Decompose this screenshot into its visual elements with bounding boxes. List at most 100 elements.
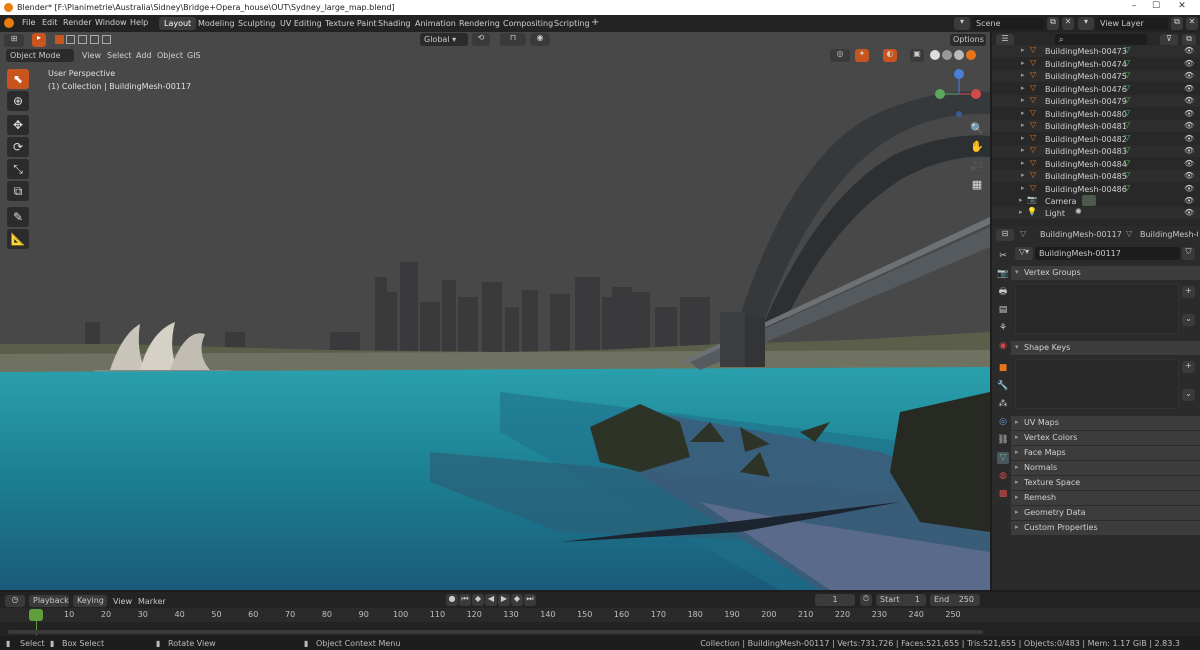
tab-layout[interactable]: Layout bbox=[159, 17, 197, 30]
add-vertex-group-icon[interactable]: + bbox=[1182, 286, 1195, 298]
jump-start-icon[interactable]: ⏮ bbox=[459, 594, 471, 606]
expand-icon[interactable]: ▸ bbox=[1021, 121, 1025, 129]
rendered-shading-icon[interactable] bbox=[966, 50, 976, 60]
maximize-icon[interactable]: ☐ bbox=[1146, 1, 1166, 14]
annotate-tool-icon[interactable]: ✎ bbox=[7, 207, 29, 227]
section-remesh[interactable]: ▸ Remesh bbox=[1011, 491, 1200, 505]
outliner-row[interactable]: ▸ ▽ BuildingMesh-00474 ▽ 👁 bbox=[992, 58, 1200, 70]
editor-type-icon[interactable]: ⊞ bbox=[4, 34, 24, 47]
tab-scripting[interactable]: Scripting bbox=[549, 17, 595, 30]
viewport-menu-view[interactable]: View bbox=[82, 51, 101, 60]
tab-uv-editing[interactable]: UV Editing bbox=[275, 17, 327, 30]
select-tool-icon[interactable]: ⬉ bbox=[7, 69, 29, 89]
tool-tab-icon[interactable]: ✂ bbox=[997, 250, 1009, 262]
eye-icon[interactable]: 👁 bbox=[1184, 59, 1194, 68]
timeline-menu-view[interactable]: View bbox=[113, 597, 132, 606]
eye-icon[interactable]: 👁 bbox=[1184, 171, 1194, 180]
eye-icon[interactable]: 👁 bbox=[1184, 159, 1194, 168]
section-normals[interactable]: ▸ Normals bbox=[1011, 461, 1200, 475]
select-new-icon[interactable] bbox=[55, 35, 64, 44]
3d-viewport[interactable]: ⊞ ▸ Global ▾ ⟲ ⊓ ◉ Options Object Mode V… bbox=[0, 32, 990, 590]
section-vertex-groups[interactable]: ▾ Vertex Groups bbox=[1011, 266, 1200, 280]
eye-icon[interactable]: 👁 bbox=[1184, 134, 1194, 143]
solid-shading-icon[interactable] bbox=[942, 50, 952, 60]
physics-tab-icon[interactable]: ◎ bbox=[997, 416, 1009, 428]
gizmo-toggle-icon[interactable]: ✦ bbox=[855, 49, 869, 62]
menu-file[interactable]: File bbox=[22, 18, 35, 27]
particles-tab-icon[interactable]: ⁂ bbox=[997, 398, 1009, 410]
snap-icon[interactable]: ⊓ bbox=[500, 33, 526, 46]
play-reverse-icon[interactable]: ◀ bbox=[485, 594, 497, 606]
new-scene-icon[interactable]: ⧉ bbox=[1047, 17, 1059, 30]
delete-scene-icon[interactable]: ✕ bbox=[1062, 17, 1074, 30]
outliner-row[interactable]: ▸ ▽ BuildingMesh-00484 ▽ 👁 bbox=[992, 158, 1200, 170]
data-tab-icon[interactable]: ▽ bbox=[997, 452, 1009, 464]
next-keyframe-icon[interactable]: ◆ bbox=[511, 594, 523, 606]
viewport-menu-add[interactable]: Add bbox=[136, 51, 152, 60]
material-tab-icon[interactable]: ◍ bbox=[997, 470, 1009, 482]
section-vertex-colors[interactable]: ▸ Vertex Colors bbox=[1011, 431, 1200, 445]
view-layer-icon[interactable]: ▾ bbox=[1078, 17, 1094, 30]
material-preview-icon[interactable] bbox=[954, 50, 964, 60]
expand-icon[interactable]: ▸ bbox=[1021, 184, 1025, 192]
section-uv-maps[interactable]: ▸ UV Maps bbox=[1011, 416, 1200, 430]
expand-icon[interactable]: ▸ bbox=[1021, 46, 1025, 54]
pivot-icon[interactable]: ⟲ bbox=[472, 33, 490, 46]
pan-view-icon[interactable]: ✋ bbox=[970, 140, 984, 154]
scene-icon[interactable]: ▾ bbox=[954, 17, 970, 30]
eye-icon[interactable]: 👁 bbox=[1184, 208, 1194, 217]
section-shape-keys[interactable]: ▾ Shape Keys bbox=[1011, 341, 1200, 355]
timeline-menu-marker[interactable]: Marker bbox=[138, 597, 166, 606]
options-dropdown[interactable]: Options bbox=[950, 34, 986, 46]
rotate-tool-icon[interactable]: ⟳ bbox=[7, 137, 29, 157]
eye-icon[interactable]: 👁 bbox=[1184, 109, 1194, 118]
menu-render[interactable]: Render bbox=[63, 18, 91, 27]
preview-range-icon[interactable]: ⏱ bbox=[860, 594, 872, 606]
eye-icon[interactable]: 👁 bbox=[1184, 146, 1194, 155]
select-difference-icon[interactable] bbox=[90, 35, 99, 44]
output-tab-icon[interactable]: 🖶 bbox=[997, 286, 1009, 298]
scale-tool-icon[interactable]: ⤡ bbox=[7, 159, 29, 179]
viewport-menu-select[interactable]: Select bbox=[107, 51, 132, 60]
add-workspace-icon[interactable]: + bbox=[591, 17, 599, 28]
play-icon[interactable]: ▶ bbox=[498, 594, 510, 606]
object-mode-dropdown[interactable]: Object Mode bbox=[6, 49, 74, 62]
outliner-row[interactable]: ▸ ▽ BuildingMesh-00476 ▽ 👁 bbox=[992, 83, 1200, 95]
ortho-view-icon[interactable]: ▦ bbox=[970, 178, 984, 192]
view-layer-tab-icon[interactable]: ▤ bbox=[997, 304, 1009, 316]
outliner-row[interactable]: ▸ ▽ BuildingMesh-00475 ▽ 👁 bbox=[992, 70, 1200, 82]
orientation-dropdown[interactable]: Global ▾ bbox=[420, 33, 468, 46]
outliner-row-camera[interactable]: ▸ 📷 Camera 👁 bbox=[992, 195, 1200, 207]
section-geometry-data[interactable]: ▸ Geometry Data bbox=[1011, 506, 1200, 520]
select-mode-icon[interactable]: ▸ bbox=[32, 33, 46, 47]
outliner-row[interactable]: ▸ ▽ BuildingMesh-00486 ▽ 👁 bbox=[992, 183, 1200, 195]
blender-menu-icon[interactable] bbox=[4, 18, 14, 28]
outliner-row[interactable]: ▸ ▽ BuildingMesh-00483 ▽ 👁 bbox=[992, 145, 1200, 157]
world-tab-icon[interactable]: ◉ bbox=[997, 340, 1009, 352]
vertex-group-menu-icon[interactable]: ⌄ bbox=[1182, 314, 1195, 326]
menu-edit[interactable]: Edit bbox=[42, 18, 58, 27]
wireframe-shading-icon[interactable] bbox=[930, 50, 940, 60]
expand-icon[interactable]: ▸ bbox=[1021, 159, 1025, 167]
scene-field[interactable]: Scene bbox=[972, 17, 1044, 30]
mesh-browse-icon[interactable]: ▽▾ bbox=[1015, 247, 1033, 260]
section-face-maps[interactable]: ▸ Face Maps bbox=[1011, 446, 1200, 460]
texture-tab-icon[interactable]: ▩ bbox=[997, 488, 1009, 500]
expand-icon[interactable]: ▸ bbox=[1021, 109, 1025, 117]
eye-icon[interactable]: 👁 bbox=[1184, 196, 1194, 205]
section-custom-properties[interactable]: ▸ Custom Properties bbox=[1011, 521, 1200, 535]
outliner-row[interactable]: ▸ ▽ BuildingMesh-00473 ▽ 👁 bbox=[992, 45, 1200, 57]
transform-tool-icon[interactable]: ⧉ bbox=[7, 181, 29, 201]
shape-key-menu-icon[interactable]: ⌄ bbox=[1182, 389, 1195, 401]
expand-icon[interactable]: ▸ bbox=[1021, 84, 1025, 92]
minimize-icon[interactable]: – bbox=[1124, 1, 1144, 14]
expand-icon[interactable]: ▸ bbox=[1021, 171, 1025, 179]
measure-tool-icon[interactable]: 📐 bbox=[7, 229, 29, 249]
mesh-name-field[interactable]: BuildingMesh-00117 bbox=[1035, 247, 1180, 260]
select-intersect-icon[interactable] bbox=[102, 35, 111, 44]
expand-icon[interactable]: ▸ bbox=[1021, 59, 1025, 67]
viewport-menu-object[interactable]: Object bbox=[157, 51, 183, 60]
proportional-edit-icon[interactable]: ◉ bbox=[530, 33, 550, 46]
properties-editor-icon[interactable]: ⊟ bbox=[996, 229, 1014, 241]
new-view-layer-icon[interactable]: ⧉ bbox=[1171, 17, 1183, 30]
